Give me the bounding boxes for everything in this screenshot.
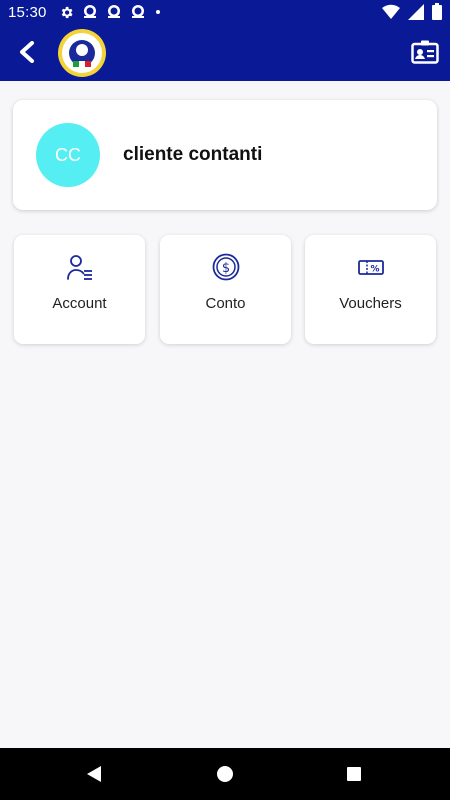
nav-recents-button[interactable] <box>342 762 366 786</box>
profile-card[interactable]: CC cliente contanti <box>13 100 437 210</box>
back-button[interactable] <box>12 36 42 68</box>
status-bar: 15:30 <box>0 0 450 24</box>
conto-tile-label: Conto <box>205 295 246 312</box>
avatar: CC <box>36 123 100 187</box>
user-list-icon <box>66 255 92 280</box>
vouchers-tile[interactable]: % Vouchers <box>305 235 436 344</box>
profile-name: cliente contanti <box>123 144 263 165</box>
notification-app-icon <box>83 5 96 18</box>
account-tile[interactable]: Account <box>14 235 145 344</box>
vouchers-tile-label: Vouchers <box>339 295 402 312</box>
nav-back-button[interactable] <box>82 762 106 786</box>
nav-home-button[interactable] <box>213 762 237 786</box>
percent-ticket-icon: % <box>357 260 384 275</box>
wifi-icon <box>382 4 400 19</box>
status-notification-icons <box>59 4 162 20</box>
recents-square-icon <box>347 767 361 781</box>
contact-card-icon <box>411 40 439 64</box>
account-tile-label: Account <box>52 295 107 312</box>
system-nav-bar <box>0 748 450 800</box>
chevron-left-icon <box>20 41 34 63</box>
status-system-icons <box>382 3 442 20</box>
back-triangle-icon <box>87 766 101 782</box>
gear-icon <box>61 6 73 18</box>
contact-card-button[interactable] <box>408 36 442 68</box>
notification-app-icon <box>107 5 120 18</box>
battery-icon <box>432 3 442 20</box>
notification-app-icon <box>131 5 144 18</box>
status-time: 15:30 <box>8 3 47 21</box>
dollar-coin-icon: $ <box>212 253 239 281</box>
signal-icon <box>408 3 424 20</box>
app-bar <box>0 24 450 81</box>
dot-icon <box>155 10 160 14</box>
svg-text:%: % <box>370 265 379 275</box>
home-circle-icon <box>217 766 233 782</box>
svg-text:$: $ <box>221 261 229 276</box>
conto-tile[interactable]: $ Conto <box>160 235 291 344</box>
club-logo <box>57 28 107 78</box>
